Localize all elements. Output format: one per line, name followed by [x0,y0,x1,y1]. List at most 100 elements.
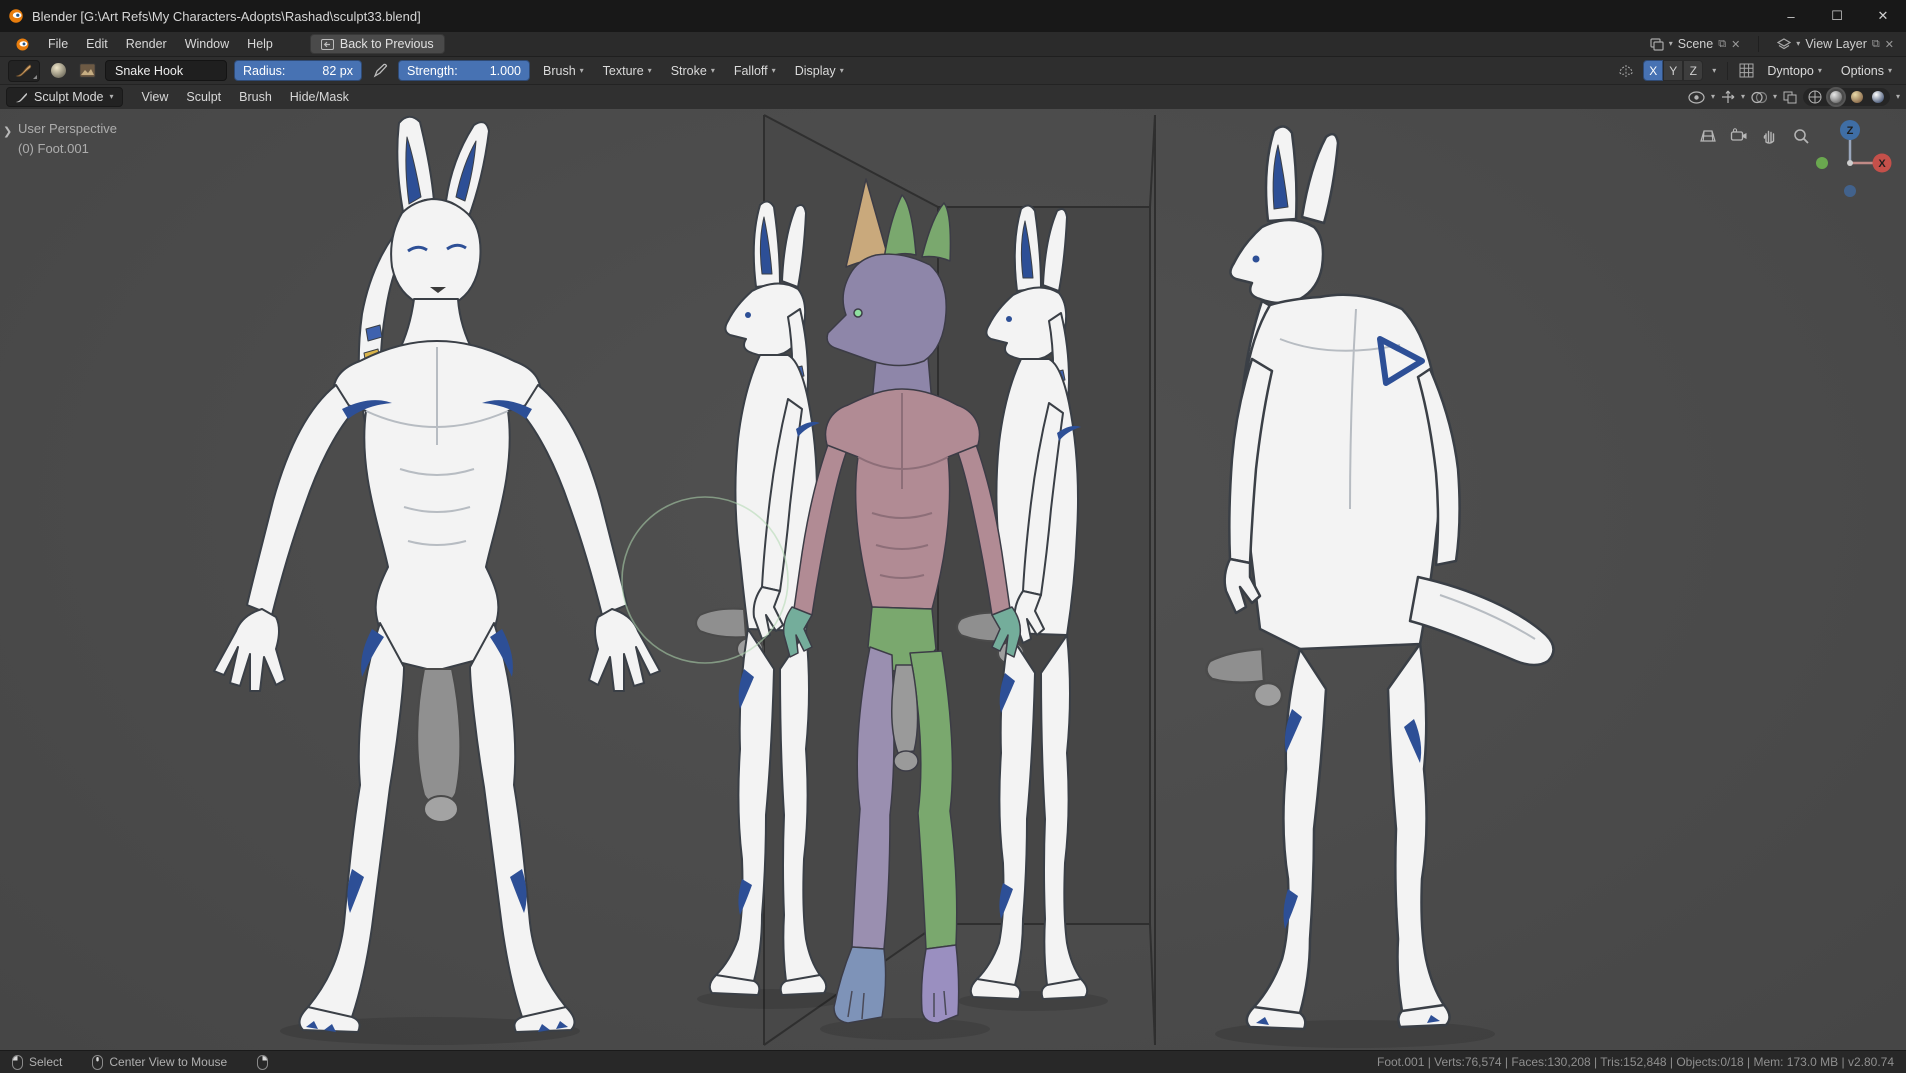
close-button[interactable]: ✕ [1860,0,1906,32]
chevron-down-icon: ▾ [772,67,776,75]
divider [1758,36,1759,52]
unlink-scene-icon[interactable]: ✕ [1731,38,1740,51]
window-title: Blender [G:\Art Refs\My Characters-Adopt… [32,9,421,24]
navigation-gizmo[interactable]: Z X [1808,117,1892,201]
world-box [764,115,1155,1045]
options-dropdown[interactable]: Options▾ [1835,60,1898,82]
expand-toolbar-chevron[interactable]: ❯ [3,125,12,138]
gizmo-neg-z-dot[interactable] [1844,185,1856,197]
scene-statistics: Foot.001 | Verts:76,574 | Faces:130,208 … [1377,1055,1894,1069]
mirror-axis-toggles: X Y Z [1643,60,1703,81]
gizmo-z-label: Z [1847,125,1854,137]
chevron-down-icon[interactable]: ▾ [1773,93,1777,101]
menu-edit[interactable]: Edit [77,32,117,56]
sculpt-brush-icon [15,63,33,79]
back-arrow-icon [321,39,334,50]
reference-figure-back-right[interactable] [1206,126,1553,1029]
symmetry-icon [1618,64,1634,78]
chevron-down-icon: ▾ [711,67,715,75]
vp-menu-hidemask[interactable]: Hide/Mask [281,90,358,104]
chevron-down-icon: ▾ [1669,40,1673,48]
perspective-toggle-icon[interactable] [1699,127,1717,145]
viewport-3d[interactable]: ❯ User Perspective (0) Foot.001 [0,109,1906,1050]
brush-texture-icon[interactable] [76,60,98,82]
panel-brush[interactable]: Brush▾ [537,60,590,82]
gizmos-toggle-icon[interactable] [1721,90,1735,104]
viewport-canvas[interactable] [0,109,1906,1050]
menu-window[interactable]: Window [176,32,238,56]
dyntopo-dropdown[interactable]: Dyntopo▾ [1761,60,1828,82]
top-menu-bar: File Edit Render Window Help Back to Pre… [0,32,1906,57]
radius-slider[interactable]: Radius: 82 px [234,60,362,81]
panel-stroke[interactable]: Stroke▾ [665,60,721,82]
camera-view-icon[interactable] [1730,127,1748,145]
gizmo-x-label: X [1878,158,1886,170]
ground-shadows [280,989,1495,1048]
title-bar: Blender [G:\Art Refs\My Characters-Adopt… [0,0,1906,32]
shading-wireframe-icon[interactable] [1807,89,1823,105]
chevron-down-icon[interactable]: ▾ [1711,93,1715,101]
shading-rendered-icon[interactable] [1870,89,1886,105]
vp-menu-sculpt[interactable]: Sculpt [177,90,230,104]
chevron-down-icon: ▾ [109,93,113,101]
strength-slider[interactable]: Strength: 1.000 [398,60,530,81]
hint-context-menu [257,1055,268,1070]
blender-app-menu[interactable] [6,32,39,56]
mirror-z-toggle[interactable]: Z [1683,60,1703,81]
reference-figure-front[interactable] [214,117,660,1032]
gizmo-y-dot[interactable] [1816,157,1828,169]
dropdown-corner-icon [33,75,37,79]
pressure-pen-icon[interactable] [369,60,391,82]
maximize-button[interactable]: ☐ [1814,0,1860,32]
chevron-down-icon: ▾ [1888,67,1892,75]
mirror-x-toggle[interactable]: X [1643,60,1663,81]
tool-settings-header: Snake Hook Radius: 82 px Strength: 1.000… [0,57,1906,85]
minimize-button[interactable]: – [1768,0,1814,32]
object-visibility-icon[interactable] [1688,91,1705,104]
viewport-nav-buttons [1699,127,1810,145]
active-tool-button[interactable] [8,60,40,82]
shading-solid-icon[interactable] [1828,89,1844,105]
mode-selector[interactable]: Sculpt Mode ▾ [6,87,123,107]
sculpt-foot-right [922,945,959,1023]
status-bar: Select Center View to Mouse Foot.001 | V… [0,1050,1906,1073]
remove-view-layer-icon[interactable]: ✕ [1885,38,1894,51]
mouse-left-icon [12,1055,23,1070]
mirror-y-toggle[interactable]: Y [1663,60,1683,81]
sculpt-genital [892,665,918,753]
shading-material-icon[interactable] [1849,89,1865,105]
new-scene-icon[interactable]: ⧉ [1718,38,1726,51]
menu-render[interactable]: Render [117,32,176,56]
chevron-down-icon: ▾ [1818,67,1822,75]
chevron-down-icon: ▾ [580,67,584,75]
new-view-layer-icon[interactable]: ⧉ [1872,38,1880,51]
brush-name-field[interactable]: Snake Hook [105,60,227,81]
menu-help[interactable]: Help [238,32,282,56]
chevron-down-icon[interactable]: ▾ [1712,67,1716,75]
chevron-down-icon: ▾ [648,67,652,75]
vp-menu-view[interactable]: View [133,90,178,104]
hint-center-view: Center View to Mouse [92,1055,227,1070]
xray-toggle-icon[interactable] [1783,91,1797,104]
panel-texture[interactable]: Texture▾ [597,60,658,82]
back-to-previous-button[interactable]: Back to Previous [310,34,445,54]
chevron-down-icon: ▾ [1796,40,1800,48]
shading-dropdown-icon[interactable]: ▾ [1896,93,1900,101]
sculpt-mode-icon [15,91,28,104]
view-layer-icon [1777,38,1791,51]
scene-selector[interactable]: ▾ Scene ⧉ ✕ [1644,34,1747,54]
vp-menu-brush[interactable]: Brush [230,90,281,104]
menu-file[interactable]: File [39,32,77,56]
panel-falloff[interactable]: Falloff▾ [728,60,782,82]
chevron-down-icon[interactable]: ▾ [1741,93,1745,101]
divider [1727,62,1728,80]
dyntopo-grid-icon [1739,63,1754,78]
chevron-down-icon: ▾ [840,67,844,75]
view-layer-selector[interactable]: ▾ View Layer ⧉ ✕ [1771,34,1900,54]
overlays-toggle-icon[interactable] [1751,91,1767,104]
panel-display[interactable]: Display▾ [789,60,850,82]
matcap-ball-icon[interactable] [47,60,69,82]
hint-select: Select [12,1055,62,1070]
blender-icon [15,37,30,52]
move-view-hand-icon[interactable] [1761,127,1779,145]
